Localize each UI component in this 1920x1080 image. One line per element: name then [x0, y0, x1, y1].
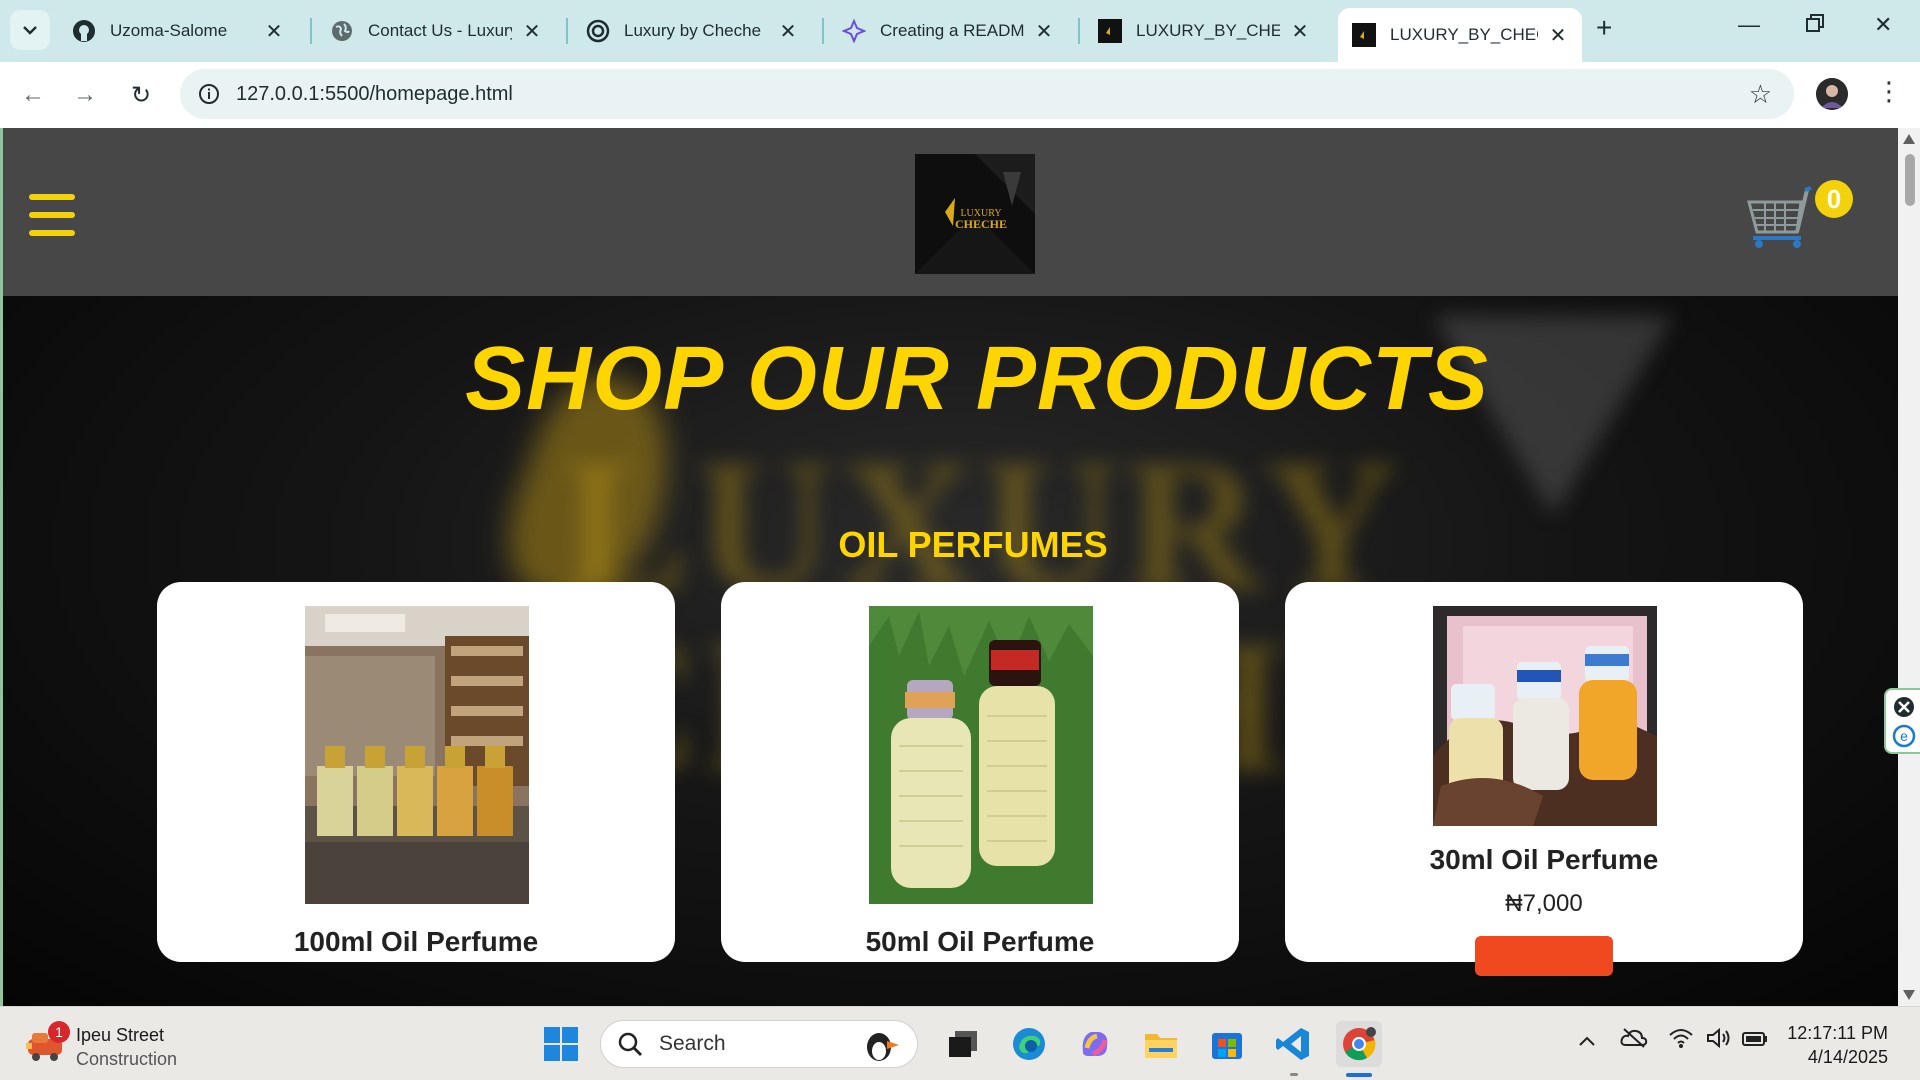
close-icon[interactable]: ✕ [1290, 19, 1310, 44]
site-logo-icon [1098, 19, 1122, 43]
openai-icon [586, 19, 610, 43]
tab-luxury-1[interactable]: LUXURY_BY_CHECHE ✕ [1084, 8, 1324, 54]
minimize-icon[interactable]: — [1738, 12, 1760, 38]
page-scrollbar[interactable] [1898, 128, 1920, 1006]
tab-strip: Uzoma-Salome ✕ Contact Us - Luxury ✕ Lux… [0, 0, 1920, 62]
github-icon [72, 19, 96, 43]
add-to-cart-button[interactable] [1475, 936, 1613, 976]
tab-title: Creating a README [880, 21, 1024, 40]
chrome-browser-icon[interactable] [1336, 1021, 1382, 1067]
tab-divider [566, 18, 568, 44]
tab-title: Contact Us - Luxury [368, 21, 512, 40]
shopping-cart-icon[interactable] [1743, 184, 1813, 254]
product-card[interactable]: 50ml Oil Perfume [721, 582, 1239, 962]
task-view-icon[interactable] [940, 1021, 986, 1067]
tab-chatgpt[interactable]: Luxury by Cheche ✕ [572, 8, 812, 54]
scroll-down-icon[interactable] [1903, 990, 1915, 1000]
app-running-indicator [1290, 1073, 1298, 1076]
globe-icon [330, 19, 354, 43]
chevron-down-icon [23, 26, 37, 35]
scrollbar-thumb[interactable] [1905, 154, 1915, 206]
product-image[interactable] [1433, 606, 1657, 826]
tab-search-button[interactable] [10, 10, 50, 50]
vscode-icon[interactable] [1270, 1021, 1316, 1067]
close-icon[interactable]: ✕ [522, 19, 542, 44]
browser-toolbar: ← → ↻ 127.0.0.1:5500/homepage.html ☆ ⋮ [0, 62, 1920, 128]
close-icon[interactable]: ✕ [1034, 19, 1054, 44]
back-icon[interactable]: ← [14, 76, 52, 114]
tab-github[interactable]: Uzoma-Salome ✕ [58, 8, 298, 54]
tab-readme[interactable]: Creating a README ✕ [828, 8, 1068, 54]
widget-subtitle: Construction [76, 1049, 178, 1069]
product-image[interactable] [869, 606, 1093, 904]
site-header: LUXURY CHECHE 0 [3, 128, 1898, 296]
ai-sparkle-icon [842, 19, 866, 43]
microsoft-store-icon[interactable] [1204, 1021, 1250, 1067]
new-tab-icon[interactable]: + [1596, 12, 1612, 44]
product-image[interactable] [305, 606, 529, 904]
tab-divider [822, 18, 824, 44]
weather-widget[interactable]: 1 Ipeu Street Construction [26, 1021, 226, 1069]
page-title: SHOP OUR PRODUCTS [465, 329, 1489, 429]
restore-icon[interactable] [1806, 12, 1824, 38]
page-viewport: LUXURY CHECHE 0 LUXURY CHECHE SHOP OUR P… [0, 128, 1898, 1006]
onedrive-offline-icon[interactable] [1620, 1027, 1648, 1055]
logo-line-2: CHECHE [955, 217, 1007, 231]
tab-divider [1078, 18, 1080, 44]
app-active-indicator [1346, 1073, 1372, 1077]
search-icon [618, 1032, 642, 1056]
system-clock[interactable]: 12:17:11 PM 4/14/2025 [1772, 1021, 1888, 1069]
scroll-up-icon[interactable] [1903, 134, 1915, 144]
product-name: 50ml Oil Perfume [865, 926, 1095, 957]
search-label: Search [659, 1032, 726, 1055]
extension-side-panel[interactable]: e [1884, 688, 1920, 754]
puffin-decoration-icon [867, 1033, 899, 1061]
clock-time: 12:17:11 PM [1787, 1023, 1888, 1043]
widget-title: Ipeu Street [76, 1025, 165, 1045]
volume-icon[interactable] [1706, 1027, 1732, 1055]
windows-start-icon[interactable] [538, 1021, 584, 1067]
close-icon[interactable]: ✕ [264, 19, 284, 44]
close-icon[interactable]: ✕ [778, 19, 798, 44]
product-card[interactable]: 30ml Oil Perfume ₦7,000 [1285, 582, 1803, 976]
product-name: 100ml Oil Perfume [293, 926, 539, 957]
address-bar[interactable]: 127.0.0.1:5500/homepage.html ☆ [180, 69, 1794, 119]
url-text: 127.0.0.1:5500/homepage.html [236, 82, 513, 105]
product-price: ₦7,000 [1505, 890, 1583, 917]
bookmark-star-icon[interactable]: ☆ [1749, 79, 1772, 110]
battery-icon[interactable] [1742, 1027, 1768, 1053]
tab-divider [310, 18, 312, 44]
edge-browser-icon[interactable] [1006, 1021, 1052, 1067]
site-info-icon[interactable] [194, 79, 224, 109]
svg-text:e: e [1900, 728, 1908, 744]
reload-icon[interactable]: ↻ [122, 76, 160, 114]
notification-badge: 1 [48, 1021, 70, 1043]
tab-title: Uzoma-Salome [110, 21, 228, 40]
tab-contact-us[interactable]: Contact Us - Luxury ✕ [316, 8, 556, 54]
file-explorer-icon[interactable] [1138, 1021, 1184, 1067]
cart-count-badge: 0 [1815, 180, 1853, 218]
tray-overflow-chevron-icon[interactable] [1578, 1027, 1596, 1053]
product-card[interactable]: 100ml Oil Perfume [157, 582, 675, 962]
taskbar-search[interactable]: Search [600, 1020, 918, 1068]
site-logo-icon [1352, 23, 1376, 47]
windows-taskbar: 1 Ipeu Street Construction Search 12:17:… [0, 1006, 1920, 1080]
section-title: OIL PERFUMES [838, 524, 1108, 565]
tab-luxury-active[interactable]: LUXURY_BY_CHECHE ✕ [1338, 8, 1582, 62]
product-name: 30ml Oil Perfume [1429, 844, 1659, 875]
forward-icon[interactable]: → [66, 76, 104, 114]
copilot-icon[interactable] [1072, 1021, 1118, 1067]
clock-date: 4/14/2025 [1807, 1047, 1888, 1067]
tab-title: LUXURY_BY_CHECHE [1390, 25, 1538, 44]
hamburger-menu-icon[interactable] [29, 194, 75, 236]
tab-title: LUXURY_BY_CHECHE [1136, 21, 1280, 40]
profile-avatar[interactable] [1816, 78, 1848, 110]
browser-menu-icon[interactable]: ⋮ [1876, 76, 1902, 107]
wifi-icon[interactable] [1668, 1027, 1694, 1055]
brand-logo[interactable]: LUXURY CHECHE [915, 154, 1035, 274]
window-close-icon[interactable]: ✕ [1874, 12, 1892, 38]
tab-title: Luxury by Cheche [624, 21, 762, 40]
close-icon[interactable]: ✕ [1548, 23, 1568, 48]
